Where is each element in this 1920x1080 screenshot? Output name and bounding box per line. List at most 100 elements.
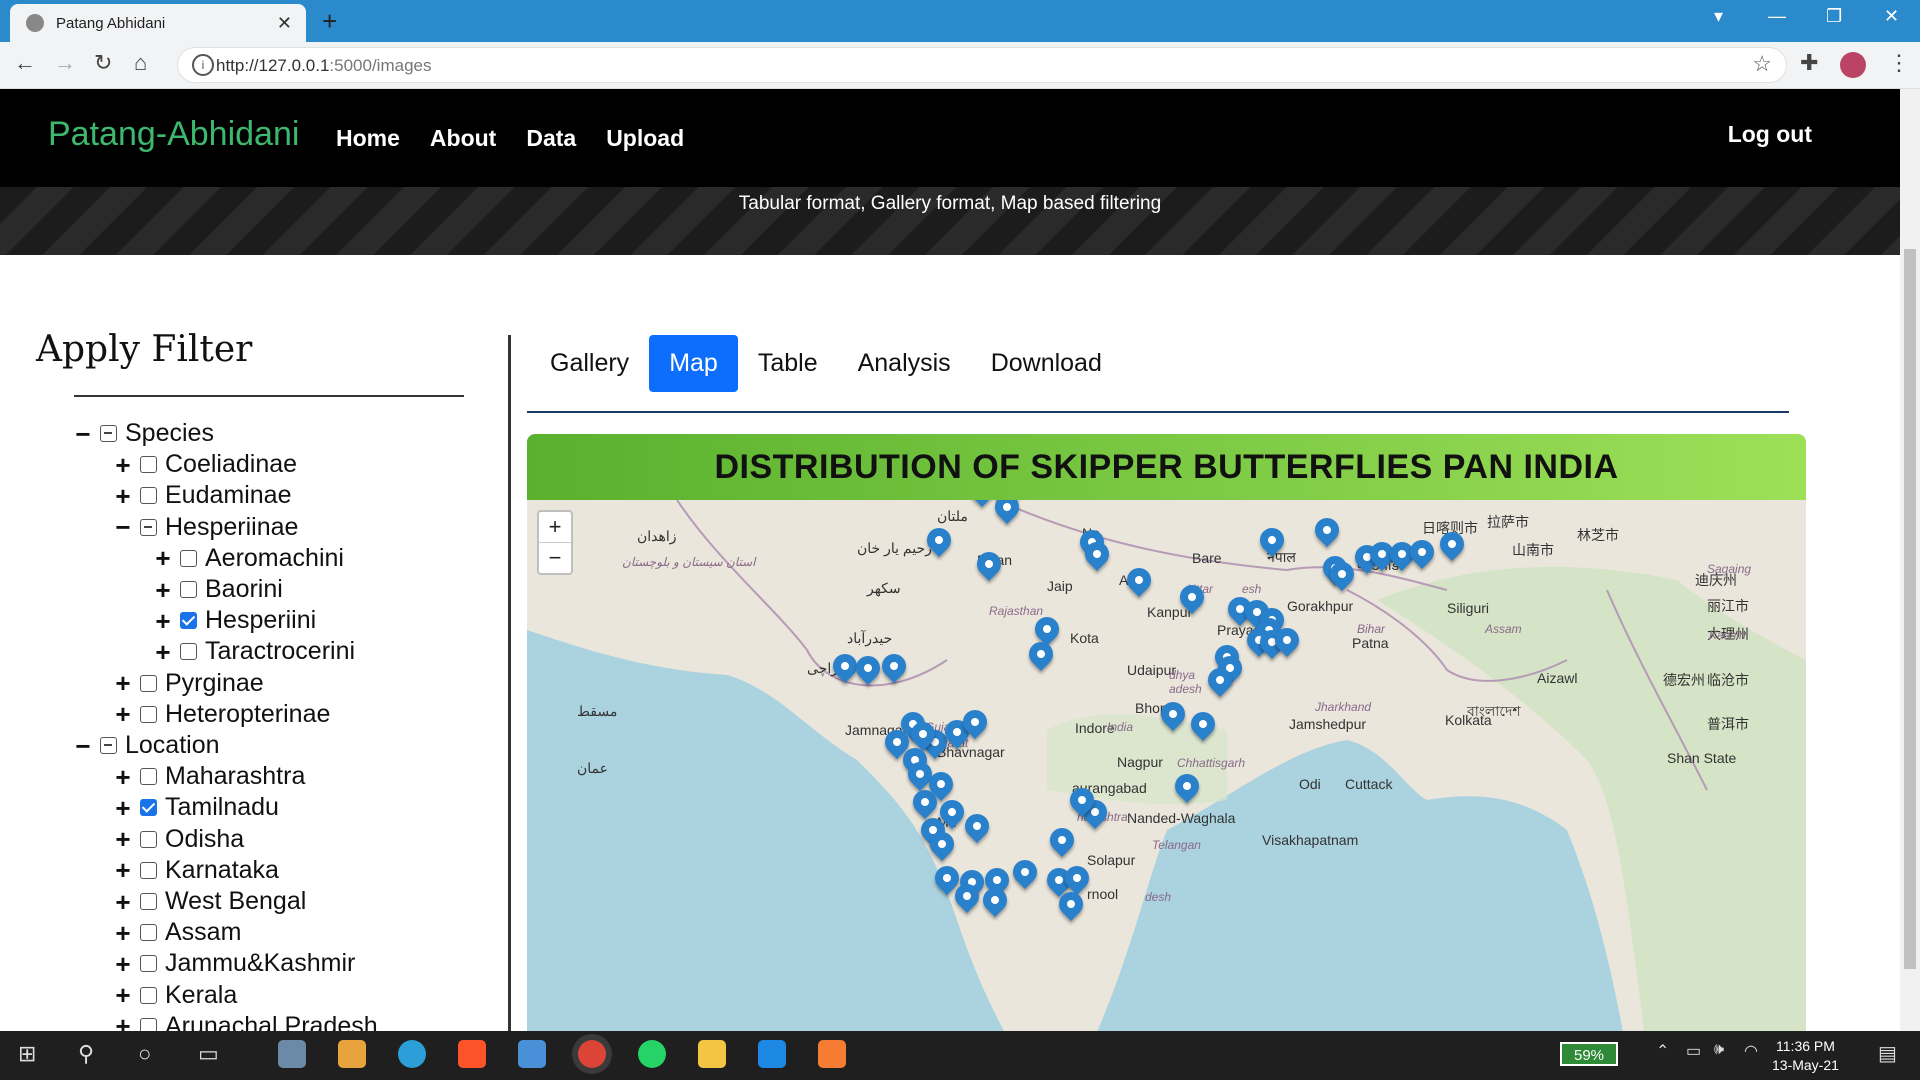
volume-icon[interactable]: 🕪 [1714,1041,1724,1059]
site-info-icon[interactable]: i [192,54,214,76]
tray-chevron-icon[interactable]: ⌃ [1656,1041,1669,1061]
remote-desktop-app-icon[interactable] [518,1040,546,1068]
forward-icon[interactable]: → [54,50,76,76]
search-icon[interactable]: ⚲ [78,1041,94,1067]
collapse-icon[interactable]: − [72,421,94,447]
cortana-icon[interactable]: ○ [138,1041,151,1067]
collapse-icon[interactable]: − [112,514,134,540]
expand-icon[interactable]: + [112,483,134,509]
logout-link[interactable]: Log out [1728,121,1812,148]
tree-checkbox[interactable] [140,518,157,536]
tree-checkbox[interactable] [180,549,197,567]
notifications-icon[interactable]: ▤ [1878,1041,1897,1066]
new-tab-icon[interactable]: + [322,6,337,37]
expand-icon[interactable]: + [112,701,134,727]
minimize-icon[interactable]: — [1768,6,1786,27]
restore-icon[interactable]: ❐ [1826,6,1842,27]
tree-checkbox[interactable] [180,581,197,598]
expand-icon[interactable]: + [112,920,134,946]
wifi-icon[interactable]: ◠ [1744,1041,1758,1061]
map-place-label: 拉萨市 [1487,514,1529,530]
expand-icon[interactable]: + [112,826,134,852]
tree-checkbox[interactable] [140,456,157,474]
tree-checkbox[interactable] [180,643,197,661]
address-bar[interactable]: i http://127.0.0.1:5000/images ☆ [178,48,1786,82]
tab-map[interactable]: Map [649,335,738,392]
expand-icon[interactable]: + [112,764,134,790]
settings-app-icon[interactable] [278,1040,306,1068]
tree-checkbox[interactable] [140,799,157,817]
tree-checkbox[interactable] [140,986,157,1004]
tree-checkbox[interactable] [140,768,157,786]
expand-icon[interactable]: + [112,1013,134,1031]
tab-table[interactable]: Table [738,335,838,392]
expand-icon[interactable]: + [152,639,174,665]
vscode-app-icon[interactable] [758,1040,786,1068]
profile-avatar[interactable] [1840,52,1866,78]
expand-icon[interactable]: + [112,670,134,696]
tree-checkbox[interactable] [140,1017,157,1031]
window-close-icon[interactable]: ✕ [1884,6,1899,27]
start-icon[interactable]: ⊞ [18,1041,36,1067]
tree-checkbox[interactable] [140,955,157,973]
url-text: http://127.0.0.1:5000/images [216,56,432,75]
nav-upload[interactable]: Upload [606,125,684,152]
tree-checkbox[interactable] [140,705,157,723]
expand-icon[interactable]: + [152,577,174,603]
battery-indicator[interactable]: 59% [1560,1042,1618,1066]
map-place-label: زاهدان [637,528,677,544]
browser-tab[interactable]: Patang Abhidani ✕ [10,4,306,42]
tree-checkbox[interactable] [140,674,157,692]
tree-checkbox[interactable] [140,924,157,942]
bookmark-star-icon[interactable]: ☆ [1752,51,1772,77]
expand-icon[interactable]: + [152,608,174,634]
tab-analysis[interactable]: Analysis [838,335,971,392]
expand-icon[interactable]: + [112,982,134,1008]
tab-close-icon[interactable]: ✕ [277,13,292,34]
expand-icon[interactable]: + [112,795,134,821]
file-explorer-app-icon[interactable] [698,1040,726,1068]
site-brand[interactable]: Patang-Abhidani [48,115,299,154]
expand-icon[interactable]: + [112,889,134,915]
zoom-in-button[interactable]: + [539,512,571,543]
expand-icon[interactable]: + [112,452,134,478]
back-icon[interactable]: ← [14,50,36,76]
task-view-icon[interactable]: ▭ [198,1041,219,1067]
nav-about[interactable]: About [430,125,496,152]
expand-icon[interactable]: + [112,951,134,977]
menu-icon[interactable]: ⋮ [1888,50,1910,76]
tree-checkbox[interactable] [140,893,157,910]
expand-icon[interactable]: + [152,545,174,571]
collapse-icon[interactable]: − [72,733,94,759]
tab-search-icon[interactable]: ▾ [1714,6,1723,27]
tree-node: + Coeliadinae [112,450,297,479]
home-icon[interactable]: ⌂ [134,50,147,76]
whatsapp-app-icon[interactable] [638,1040,666,1068]
page-scrollbar[interactable] [1900,89,1920,1031]
tree-checkbox[interactable] [140,830,157,848]
tree-checkbox[interactable] [140,861,157,879]
xampp-app-icon[interactable] [818,1040,846,1068]
tree-node-label: Baorini [205,575,283,603]
chrome-app-icon[interactable] [578,1040,606,1068]
brave-app-icon[interactable] [458,1040,486,1068]
extensions-icon[interactable]: ✚ [1800,50,1818,76]
tree-checkbox[interactable] [180,612,197,630]
tree-checkbox[interactable] [100,425,117,442]
tree-node-label: Aeromachini [205,543,344,572]
battery-tray-icon[interactable]: ▭ [1686,1041,1701,1061]
tab-gallery[interactable]: Gallery [530,335,649,392]
zoom-out-button[interactable]: − [539,543,571,573]
nav-data[interactable]: Data [526,125,576,152]
tree-checkbox[interactable] [140,487,157,505]
tree-checkbox[interactable] [100,737,117,754]
store-app-icon[interactable] [338,1040,366,1068]
expand-icon[interactable]: + [112,857,134,883]
system-clock[interactable]: 11:36 PM 13-May-21 [1772,1037,1839,1075]
scrollbar-thumb[interactable] [1904,249,1916,969]
distribution-map[interactable]: + − ملتان زاهدان رحیم یار خان استان سیستان … [527,500,1806,1031]
tab-download[interactable]: Download [971,335,1122,392]
reload-icon[interactable]: ↻ [94,50,112,76]
nav-home[interactable]: Home [336,125,400,152]
edge-app-icon[interactable] [398,1040,426,1068]
